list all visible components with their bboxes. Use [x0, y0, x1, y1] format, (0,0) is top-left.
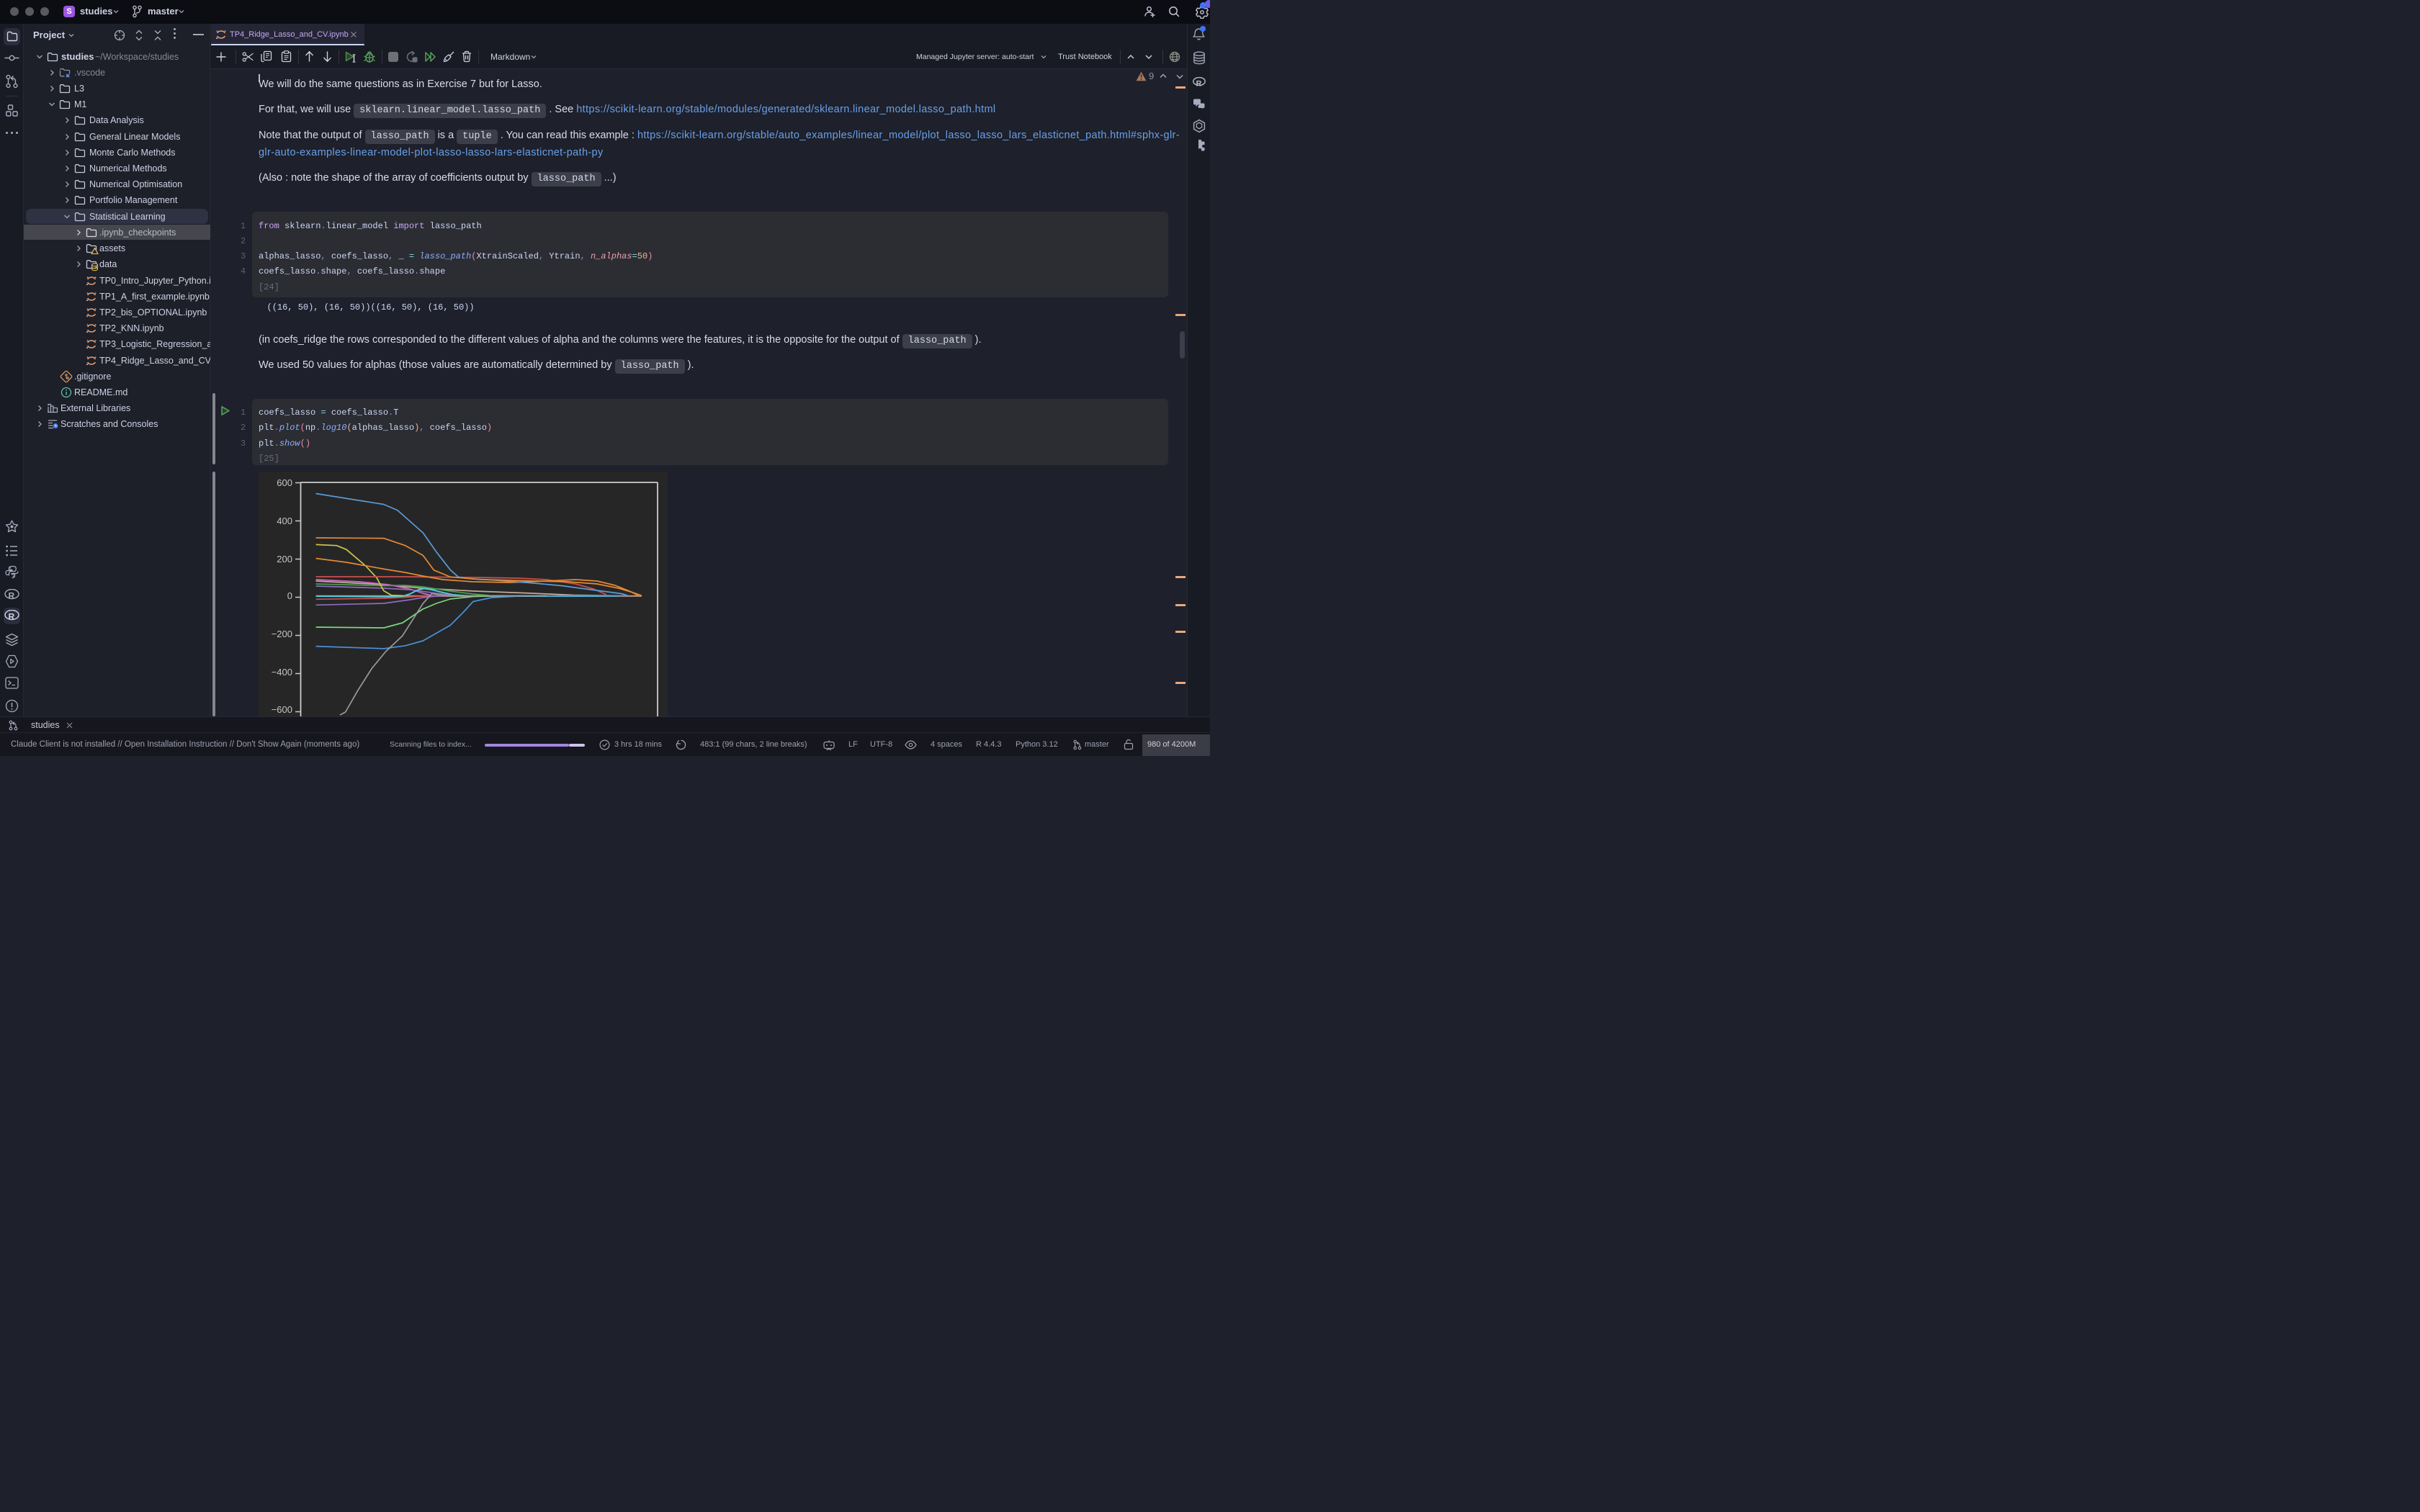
- svg-text:0: 0: [287, 590, 292, 601]
- svg-text:−400: −400: [272, 667, 292, 678]
- svg-text:R: R: [9, 591, 15, 601]
- svg-text:200: 200: [277, 554, 292, 564]
- svg-text:−600: −600: [272, 704, 292, 715]
- svg-text:R: R: [9, 612, 15, 622]
- svg-text:600: 600: [277, 477, 292, 488]
- svg-text:R: R: [1196, 80, 1202, 89]
- svg-text:400: 400: [277, 516, 292, 526]
- svg-text:−200: −200: [272, 629, 292, 639]
